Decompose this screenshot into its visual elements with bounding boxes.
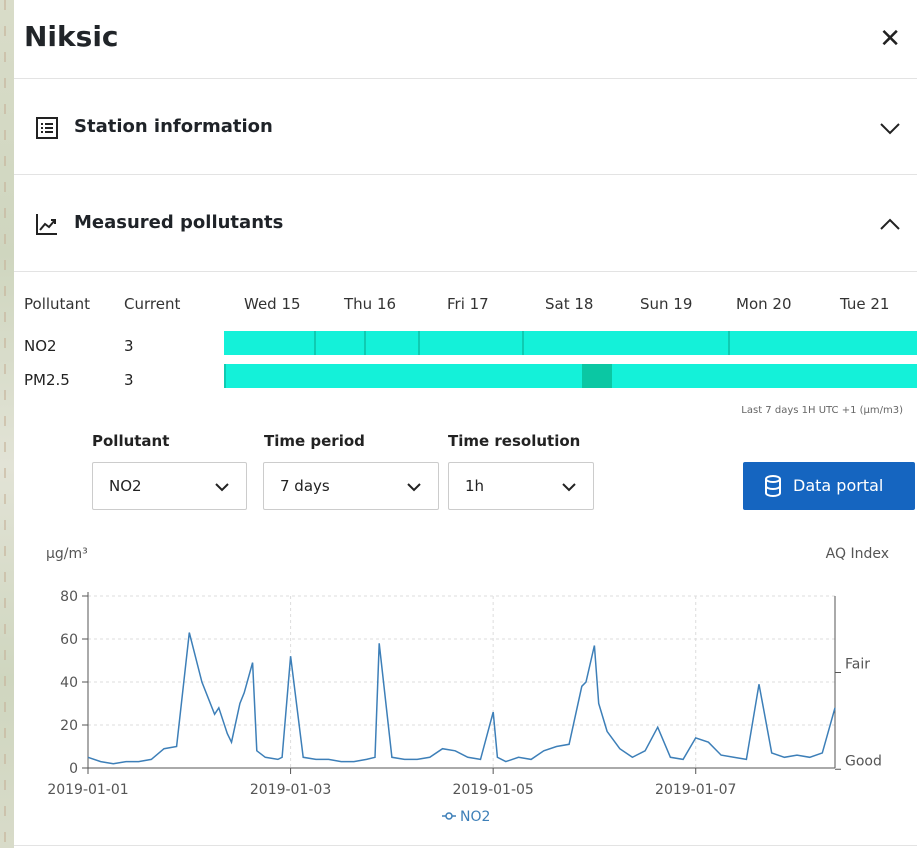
series-line-no2	[87, 632, 836, 765]
legend-marker	[445, 812, 453, 820]
y-tick-label: 0	[69, 761, 78, 777]
station-information-section[interactable]: Station information	[14, 78, 917, 175]
no2-line-chart[interactable]: 0 20 40 60 80 2019-01-01 2019-01-03 2019-01-05 2…	[14, 540, 917, 840]
day-header: Fri 17	[447, 295, 489, 313]
legend-label: NO2	[460, 809, 490, 825]
chevron-down-icon	[407, 483, 421, 492]
data-note: Last 7 days 1H UTC +1 (µm/m3)	[741, 405, 903, 416]
database-icon	[765, 475, 781, 497]
current-value: 3	[124, 371, 134, 389]
aq-index-label: Good	[845, 753, 882, 769]
panel-title: Niksic	[24, 20, 119, 53]
day-header: Tue 21	[840, 295, 890, 313]
time-resolution-label: Time resolution	[448, 432, 581, 450]
time-period-select[interactable]: 7 days	[263, 462, 439, 510]
pollutant-name: NO2	[24, 337, 57, 355]
data-portal-label: Data portal	[793, 476, 884, 495]
no2-index-bar[interactable]	[224, 331, 917, 355]
time-period-select-value: 7 days	[280, 477, 330, 495]
current-column-header: Current	[124, 295, 181, 313]
pollutant-select[interactable]: NO2	[92, 462, 247, 510]
pollutant-name: PM2.5	[24, 371, 70, 389]
chevron-down-icon	[562, 483, 576, 492]
chevron-up-icon[interactable]	[877, 211, 903, 237]
data-portal-button[interactable]: Data portal	[743, 462, 915, 510]
chart-line-icon	[36, 214, 57, 235]
day-header: Sun 19	[640, 295, 693, 313]
day-header: Mon 20	[736, 295, 792, 313]
measured-pollutants-section[interactable]: Measured pollutants	[14, 174, 917, 272]
y-axis-label: µg/m³	[46, 546, 88, 562]
y-tick-label: 60	[60, 632, 78, 648]
measured-pollutants-label: Measured pollutants	[74, 212, 284, 233]
pollutant-filter-label: Pollutant	[92, 432, 170, 450]
close-icon[interactable]: ✕	[879, 24, 901, 54]
x-tick-label: 2019-01-03	[250, 782, 331, 798]
day-header: Wed 15	[244, 295, 301, 313]
day-header: Sat 18	[545, 295, 594, 313]
day-header: Thu 16	[344, 295, 397, 313]
time-period-label: Time period	[264, 432, 365, 450]
aq-index-label: Fair	[845, 657, 870, 673]
map-background	[0, 0, 14, 848]
time-resolution-select-value: 1h	[465, 477, 485, 495]
current-value: 3	[124, 337, 134, 355]
y-tick-label: 80	[60, 589, 78, 605]
chevron-down-icon[interactable]	[877, 115, 903, 141]
station-panel: Niksic ✕ Station information Measured po…	[14, 0, 917, 848]
pollutant-column-header: Pollutant	[24, 295, 90, 313]
chevron-down-icon	[215, 483, 229, 492]
y2-axis-label: AQ Index	[826, 546, 889, 562]
panel-bottom-divider	[14, 845, 917, 846]
station-information-label: Station information	[74, 116, 273, 137]
y-tick-label: 40	[60, 675, 78, 691]
time-resolution-select[interactable]: 1h	[448, 462, 594, 510]
y-tick-label: 20	[60, 718, 78, 734]
pollutant-select-value: NO2	[109, 477, 142, 495]
x-tick-label: 2019-01-07	[655, 782, 736, 798]
pm25-index-bar[interactable]	[224, 364, 917, 388]
x-tick-label: 2019-01-05	[452, 782, 533, 798]
x-tick-label: 2019-01-01	[47, 782, 128, 798]
list-icon	[36, 117, 58, 139]
